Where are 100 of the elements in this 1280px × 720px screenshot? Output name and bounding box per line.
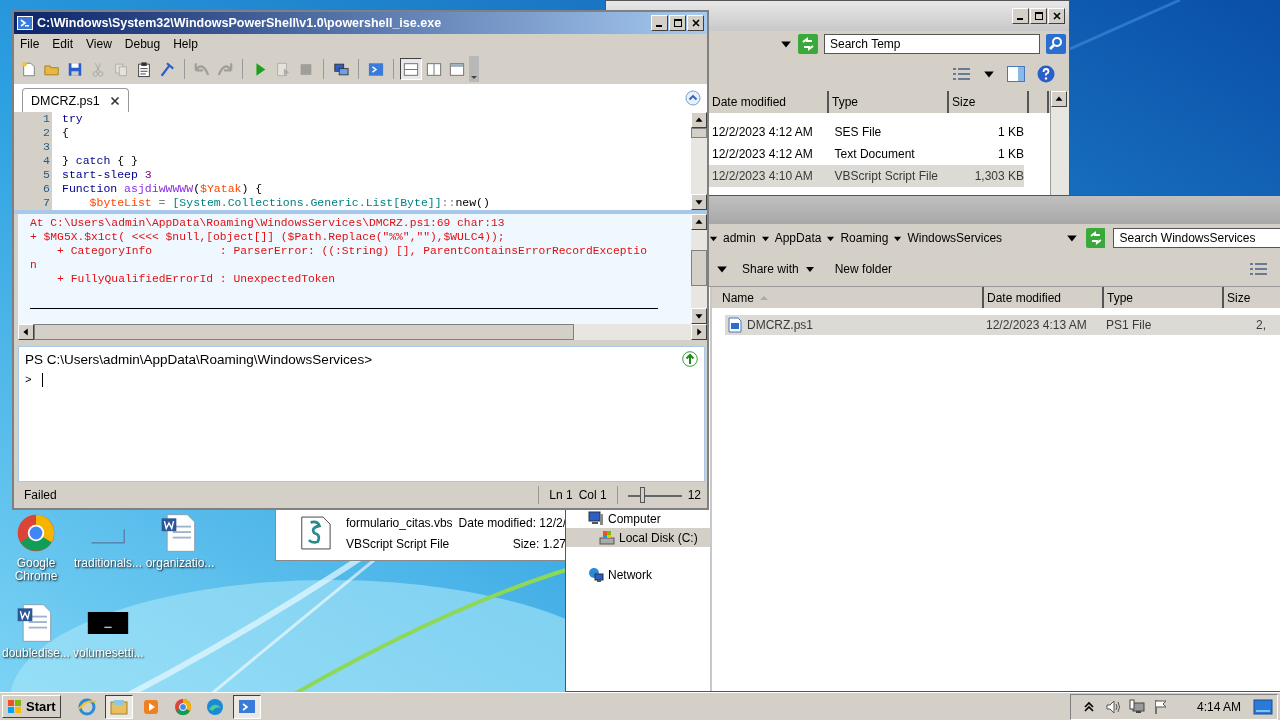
- table-cell-text: 1,303 KB: [973, 169, 1024, 183]
- arrow-up-icon[interactable]: [682, 351, 698, 367]
- line-indicator: Ln 1: [549, 488, 573, 502]
- breadcrumb-item[interactable]: admin: [723, 231, 756, 245]
- close-button[interactable]: [1048, 8, 1065, 24]
- internet-explorer-icon: [76, 696, 97, 717]
- refresh-icon[interactable]: [798, 34, 818, 54]
- error-line: + CategoryInfo : ParserError: ((:String) [], ParentContainsErrorRecordExceptio: [56, 244, 648, 258]
- preview-pane-icon[interactable]: [1007, 65, 1025, 83]
- column-indicator: Col 1: [578, 488, 607, 502]
- column-header[interactable]: Name: [712, 287, 984, 308]
- horizontal-scroll-bar[interactable]: [18, 324, 707, 340]
- minimize-icon: [1016, 18, 1023, 20]
- scroll-bar[interactable]: [691, 112, 707, 210]
- table-cell-text: 12/2/2023 4:12 AM: [711, 125, 814, 139]
- table-cell-text: PS1 File: [1106, 318, 1153, 332]
- breadcrumb-item[interactable]: WindowsServices: [907, 231, 1003, 245]
- scroll-down-icon[interactable]: [691, 194, 707, 210]
- search-icon[interactable]: [1046, 34, 1066, 54]
- powershell-icon: [17, 15, 33, 31]
- scroll-down-icon[interactable]: [691, 308, 707, 324]
- scroll-left-icon[interactable]: [18, 324, 34, 340]
- show-desktop-icon[interactable]: [1253, 696, 1273, 717]
- undo-icon: [194, 60, 210, 78]
- flag-icon[interactable]: [1152, 698, 1169, 715]
- clock[interactable]: 4:14 AM: [1196, 699, 1241, 714]
- script-file-icon: [300, 513, 332, 553]
- file-row[interactable]: 12/2/2023 4:12 AM Text Document 1 KB: [709, 143, 1024, 165]
- start-button[interactable]: Start: [2, 695, 61, 718]
- maximize-icon: [672, 18, 683, 28]
- cut-icon: [90, 60, 106, 78]
- zoom-slider[interactable]: [627, 486, 682, 504]
- windows-logo-icon: [7, 698, 23, 715]
- line-number: 3: [43, 140, 50, 154]
- view-list-icon[interactable]: [1250, 260, 1268, 278]
- scroll-thumb[interactable]: [691, 128, 707, 138]
- search-field[interactable]: Search WindowsServices: [1113, 228, 1280, 248]
- new-folder-button[interactable]: New folder: [828, 260, 899, 278]
- network-icon: [588, 566, 604, 583]
- table-cell: DMCRZ.ps1: [747, 318, 813, 332]
- menu-item[interactable]: Debug: [124, 37, 161, 51]
- minimize-button[interactable]: [1012, 8, 1029, 24]
- script-pane-top-button[interactable]: [400, 58, 422, 80]
- scroll-up-icon[interactable]: [691, 112, 707, 128]
- code-line: Function asjdiwWWWW($Yatak) {: [62, 182, 264, 196]
- network-icon[interactable]: [1128, 698, 1145, 715]
- maximize-button[interactable]: [1030, 8, 1047, 24]
- date-modified-label: Date modified: 12/2/: [458, 515, 566, 530]
- column-header[interactable]: Date modified: [984, 287, 1104, 308]
- error-line: + $MG5X.$x1ct( <<<< $null,[object[]] ($Path.Replace("%%",""),$WULC4));: [30, 230, 506, 244]
- file-row[interactable]: 12/2/2023 4:12 AM SES File 1 KB: [709, 121, 1024, 143]
- file-row[interactable]: 12/2/2023 4:10 AM VBScript Script File 1,303 KB: [709, 165, 1024, 187]
- slider-thumb[interactable]: [640, 487, 646, 503]
- column-header[interactable]: Type: [829, 91, 949, 113]
- sort-arrow-icon: [760, 294, 768, 301]
- share-with-button[interactable]: Share with: [736, 260, 821, 278]
- scroll-up-icon[interactable]: [1051, 91, 1067, 107]
- breadcrumb-item[interactable]: AppData: [774, 231, 822, 245]
- column-header[interactable]: Size: [949, 91, 1029, 113]
- speaker-icon[interactable]: [1104, 698, 1121, 715]
- table-cell-text: 12/2/2023 4:12 AM: [711, 147, 814, 161]
- paste-icon: [136, 60, 152, 78]
- navigation-item[interactable]: Local Disk (C:): [566, 528, 710, 547]
- breadcrumb-item[interactable]: Roaming: [840, 231, 889, 245]
- powershell-ise-button[interactable]: [232, 694, 261, 719]
- view-list-icon[interactable]: [953, 65, 971, 83]
- search-field[interactable]: Search Temp: [824, 34, 1040, 54]
- scroll-right-icon[interactable]: [691, 324, 707, 340]
- scroll-thumb[interactable]: [691, 250, 707, 286]
- column-header[interactable]: Size: [1224, 287, 1280, 308]
- error-line: n: [30, 258, 38, 272]
- console-pane[interactable]: PS C:\Users\admin\AppData\Roaming\WindowsServices> >: [18, 346, 705, 482]
- edge-icon: [204, 696, 225, 717]
- navigation-item[interactable]: Network: [566, 565, 710, 584]
- close-button[interactable]: [687, 15, 704, 31]
- address-bar[interactable]: admin AppData Roaming WindowsServices: [709, 227, 1058, 249]
- maximize-button[interactable]: [669, 15, 686, 31]
- collapse-icon[interactable]: [685, 90, 701, 106]
- column-header[interactable]: Type: [1104, 287, 1224, 308]
- menu-item[interactable]: File: [20, 37, 40, 51]
- menu-item[interactable]: Edit: [52, 37, 74, 51]
- file-row[interactable]: DMCRZ.ps1 12/2/2023 4:13 AM PS1 File 2,: [725, 315, 1280, 335]
- menu-item[interactable]: Help: [173, 37, 198, 51]
- new-file-icon: [21, 60, 37, 78]
- refresh-icon[interactable]: [1085, 228, 1106, 248]
- scroll-up-icon[interactable]: [691, 214, 707, 230]
- toolbar-overflow-icon[interactable]: [469, 56, 479, 82]
- minimize-button[interactable]: [651, 15, 668, 31]
- minimize-icon: [655, 25, 662, 27]
- scroll-thumb[interactable]: [34, 324, 574, 340]
- file-explorer-button[interactable]: [104, 694, 133, 719]
- script-editor[interactable]: 1 2 3 4 5 6 7 try { } catch { } start-sleep 3 Function asjdiwWWWW($Yatak) { $byteList = [System.Collections.Generic.List[Byte]]::new(): [18, 112, 707, 210]
- table-cell-text: VBScript Script File: [833, 169, 939, 183]
- script-tab[interactable]: DMCRZ.ps1: [22, 88, 129, 112]
- help-icon[interactable]: [1037, 65, 1055, 83]
- menu-item[interactable]: View: [86, 37, 112, 51]
- navigation-item[interactable]: Computer: [566, 509, 710, 528]
- close-icon[interactable]: [109, 95, 120, 106]
- scroll-bar[interactable]: [691, 214, 707, 324]
- scroll-bar[interactable]: [1050, 91, 1069, 196]
